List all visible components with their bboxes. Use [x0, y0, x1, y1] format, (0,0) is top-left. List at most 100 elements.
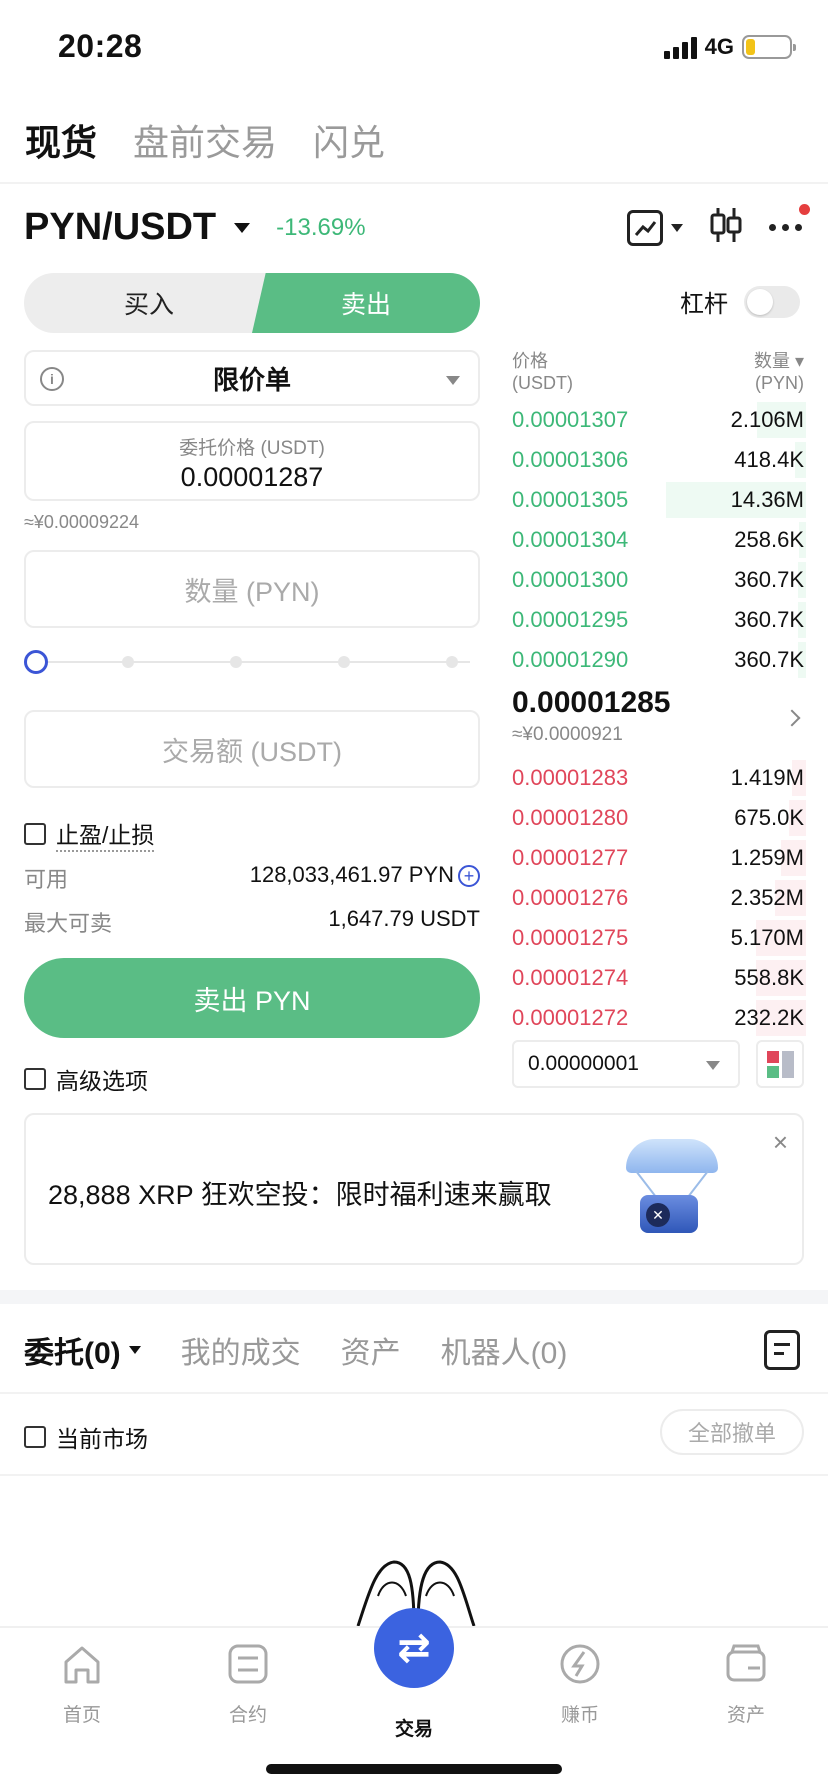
bid-row[interactable]: 0.00001274 558.8K	[512, 958, 806, 998]
nav-trade[interactable]: 交易	[364, 1714, 464, 1741]
nav-assets[interactable]: 资产	[696, 1642, 796, 1727]
bid-price[interactable]: 0.00001276	[512, 885, 628, 911]
ask-row[interactable]: 0.00001290 360.7K	[512, 640, 806, 680]
price-input[interactable]: 委托价格 (USDT) 0.00001287	[24, 421, 480, 501]
current-market-filter[interactable]: 当前市场	[24, 1420, 148, 1454]
last-price-block[interactable]: 0.00001285 ≈¥0.0000921	[512, 686, 804, 758]
tpsl-option[interactable]: 止盈/止损	[24, 816, 155, 852]
nav-contract[interactable]: 合约	[198, 1642, 298, 1727]
buy-button[interactable]: 买入	[24, 273, 274, 333]
ask-row[interactable]: 0.00001300 360.7K	[512, 560, 806, 600]
nav-assets-label[interactable]: 资产	[696, 1700, 796, 1727]
pair-name[interactable]: PYN/USDT	[24, 206, 216, 249]
tab-my-trades[interactable]: 我的成交	[181, 1328, 301, 1372]
bid-price[interactable]: 0.00001275	[512, 925, 628, 951]
price-value[interactable]: 0.00001287	[26, 462, 478, 493]
ask-row[interactable]: 0.00001306 418.4K	[512, 440, 806, 480]
chevron-down-icon[interactable]	[128, 1346, 141, 1354]
chart-icon[interactable]	[627, 209, 663, 246]
ask-price[interactable]: 0.00001307	[512, 407, 628, 433]
chart-button[interactable]	[627, 209, 683, 246]
ask-price[interactable]: 0.00001304	[512, 527, 628, 553]
nav-earn[interactable]: 赚币	[530, 1642, 630, 1727]
amount-input[interactable]: 交易额 (USDT)	[24, 710, 480, 788]
amount-slider[interactable]	[24, 650, 476, 674]
earn-icon	[560, 1644, 600, 1684]
current-market-label[interactable]: 当前市场	[56, 1420, 148, 1454]
bid-price[interactable]: 0.00001274	[512, 965, 628, 991]
slider-stop[interactable]	[122, 656, 134, 668]
bid-row[interactable]: 0.00001277 1.259M	[512, 838, 806, 878]
tab-spot[interactable]: 现货	[25, 114, 97, 166]
close-icon[interactable]: ×	[773, 1127, 788, 1158]
chevron-down-icon[interactable]	[234, 222, 251, 233]
bid-price[interactable]: 0.00001283	[512, 765, 628, 791]
ask-price[interactable]: 0.00001295	[512, 607, 628, 633]
banner-text[interactable]: 28,888 XRP 狂欢空投：限时福利速来赢取	[48, 1173, 552, 1212]
bid-row[interactable]: 0.00001275 5.170M	[512, 918, 806, 958]
info-icon[interactable]: i	[40, 367, 64, 391]
ask-price[interactable]: 0.00001305	[512, 487, 628, 513]
candlestick-icon[interactable]	[709, 206, 743, 249]
bid-qty: 675.0K	[734, 805, 804, 830]
cancel-all-button[interactable]: 全部撤单	[660, 1409, 804, 1455]
nav-home[interactable]: 首页	[32, 1642, 132, 1727]
slider-handle[interactable]	[24, 650, 48, 674]
tpsl-checkbox[interactable]	[24, 823, 46, 845]
bid-row[interactable]: 0.00001280 675.0K	[512, 798, 806, 838]
tab-pre-market[interactable]: 盘前交易	[133, 114, 277, 166]
tpsl-label[interactable]: 止盈/止损	[56, 816, 155, 852]
ask-row[interactable]: 0.00001304 258.6K	[512, 520, 806, 560]
bid-row[interactable]: 0.00001276 2.352M	[512, 878, 806, 918]
network-type: 4G	[704, 34, 734, 59]
bid-row[interactable]: 0.00001272 232.2K	[512, 998, 806, 1038]
promo-banner[interactable]: 28,888 XRP 狂欢空投：限时福利速来赢取 × ✕	[24, 1113, 804, 1265]
slider-stop[interactable]	[338, 656, 350, 668]
ask-list: 0.00001307 2.106M 0.00001306 418.4K 0.000013…	[512, 400, 806, 680]
sell-button[interactable]: 卖出	[252, 273, 480, 333]
bid-price[interactable]: 0.00001272	[512, 1005, 628, 1031]
bid-price[interactable]: 0.00001280	[512, 805, 628, 831]
trade-fab[interactable]: ⇄	[374, 1608, 454, 1688]
ask-row[interactable]: 0.00001307 2.106M	[512, 400, 806, 440]
advanced-options[interactable]: 高级选项	[24, 1062, 148, 1096]
current-market-checkbox[interactable]	[24, 1426, 46, 1448]
pair-change: -13.69%	[276, 213, 366, 241]
orders-tabs: 委托(0) 我的成交 资产 机器人(0)	[24, 1328, 567, 1372]
ask-price[interactable]: 0.00001306	[512, 447, 628, 473]
trade-icon[interactable]: ⇄	[397, 1628, 431, 1668]
tab-orders-label[interactable]: 委托(0)	[24, 1328, 121, 1372]
advanced-label[interactable]: 高级选项	[56, 1062, 148, 1096]
ask-price[interactable]: 0.00001300	[512, 567, 628, 593]
pair-selector[interactable]: PYN/USDT -13.69%	[24, 206, 366, 249]
more-icon[interactable]	[769, 224, 802, 231]
nav-home-label[interactable]: 首页	[32, 1700, 132, 1727]
ask-price[interactable]: 0.00001290	[512, 647, 628, 673]
tab-bots[interactable]: 机器人(0)	[441, 1328, 568, 1372]
tab-convert[interactable]: 闪兑	[313, 114, 385, 166]
submit-sell-button[interactable]: 卖出 PYN	[24, 958, 480, 1038]
slider-stop[interactable]	[446, 656, 458, 668]
qty-header[interactable]: 数量 ▾	[754, 350, 804, 372]
nav-trade-label[interactable]: 交易	[364, 1714, 464, 1741]
ask-row[interactable]: 0.00001295 360.7K	[512, 600, 806, 640]
nav-earn-label[interactable]: 赚币	[530, 1700, 630, 1727]
leverage-switch[interactable]	[744, 285, 800, 318]
chevron-down-icon[interactable]	[671, 223, 683, 232]
bid-row[interactable]: 0.00001283 1.419M	[512, 758, 806, 798]
order-type-select[interactable]: i 限价单	[24, 350, 480, 406]
quantity-input[interactable]: 数量 (PYN)	[24, 550, 480, 628]
precision-select[interactable]: 0.00000001	[512, 1040, 740, 1088]
advanced-checkbox[interactable]	[24, 1068, 46, 1090]
nav-contract-label[interactable]: 合约	[198, 1700, 298, 1727]
tab-orders[interactable]: 委托(0)	[24, 1328, 141, 1372]
tab-assets[interactable]: 资产	[341, 1328, 401, 1372]
slider-stop[interactable]	[230, 656, 242, 668]
add-funds-icon[interactable]: +	[458, 865, 480, 888]
book-layout-button[interactable]	[756, 1040, 804, 1088]
bid-price[interactable]: 0.00001277	[512, 845, 628, 871]
ask-row[interactable]: 0.00001305 14.36M	[512, 480, 806, 520]
order-history-icon[interactable]	[764, 1330, 800, 1370]
price-unit: (USDT)	[512, 373, 573, 393]
last-price-approx: ≈¥0.0000921	[512, 724, 623, 745]
